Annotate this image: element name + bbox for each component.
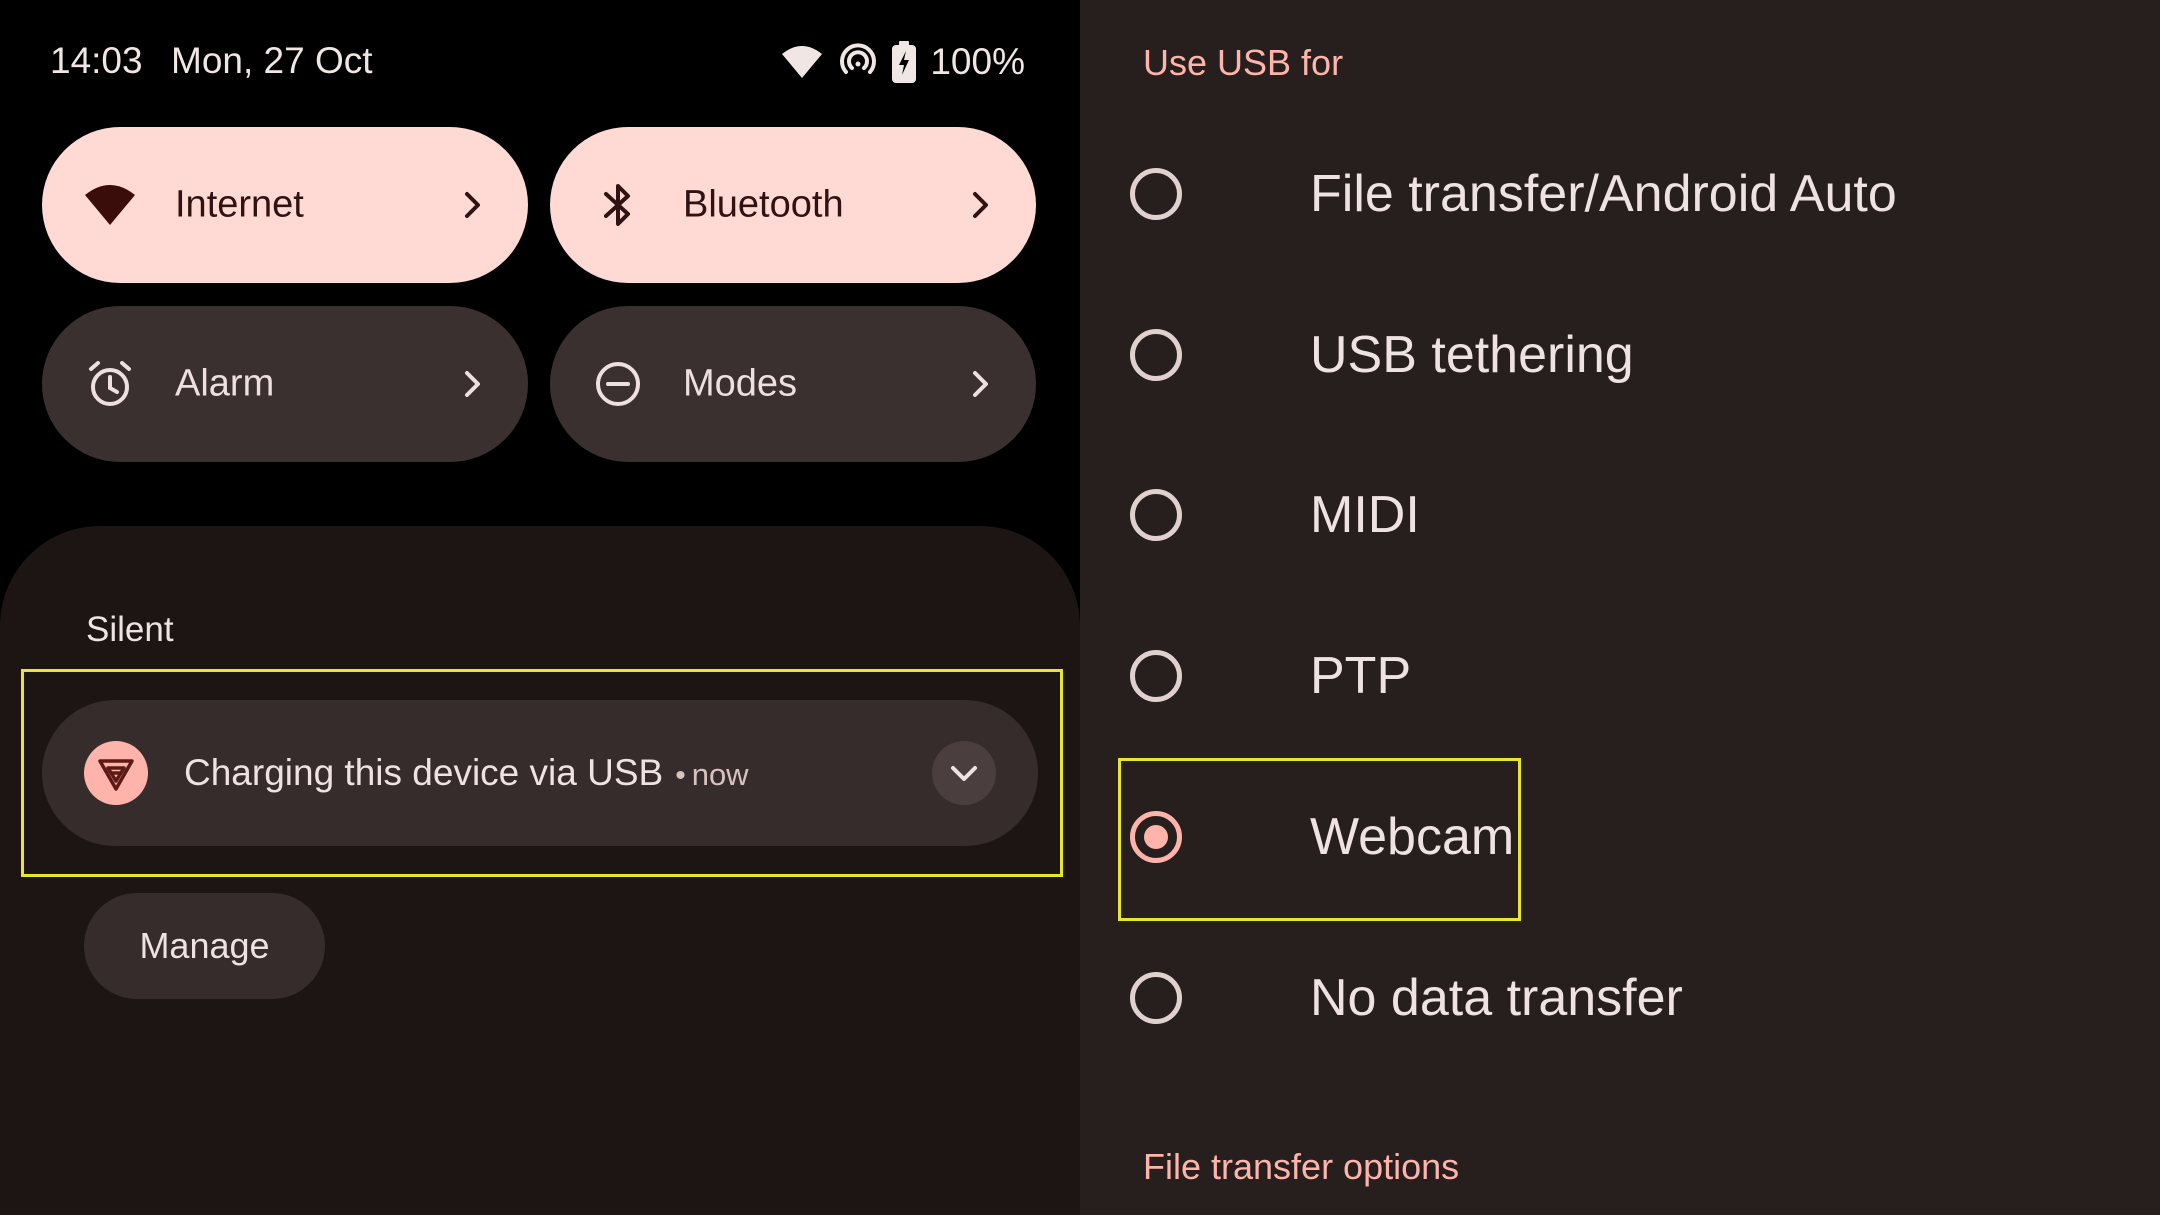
file-transfer-options-header: File transfer options bbox=[1143, 1146, 1460, 1187]
section-title-silent: Silent bbox=[86, 610, 174, 649]
tile-bluetooth[interactable]: Bluetooth bbox=[550, 127, 1036, 283]
tile-alarm[interactable]: Alarm bbox=[42, 306, 528, 462]
option-label: USB tethering bbox=[1310, 326, 1634, 384]
battery-charging-icon bbox=[892, 41, 917, 83]
radio-button[interactable] bbox=[1130, 489, 1182, 541]
notification-separator: • bbox=[675, 759, 686, 792]
usb-option-usb-tethering[interactable]: USB tethering bbox=[1120, 295, 2120, 415]
notification-usb-charging[interactable]: Charging this device via USB • now bbox=[42, 700, 1038, 846]
tile-label: Alarm bbox=[175, 362, 275, 405]
hotspot-icon bbox=[838, 42, 878, 82]
status-icons: 100% bbox=[780, 40, 1025, 84]
tile-label: Bluetooth bbox=[683, 183, 844, 226]
chevron-right-icon bbox=[962, 187, 998, 223]
radio-button[interactable] bbox=[1130, 168, 1182, 220]
battery-percent: 100% bbox=[930, 41, 1025, 82]
option-label: No data transfer bbox=[1310, 969, 1683, 1027]
option-label: MIDI bbox=[1310, 486, 1420, 544]
chevron-right-icon bbox=[454, 366, 490, 402]
tile-label: Modes bbox=[683, 362, 798, 405]
tile-label: Internet bbox=[175, 183, 304, 226]
option-label: File transfer/Android Auto bbox=[1310, 165, 1897, 223]
manage-button[interactable]: Manage bbox=[84, 893, 325, 999]
notification-shade: 14:03 Mon, 27 Oct 100% Internet Bluetoot… bbox=[0, 0, 1080, 1215]
tile-modes[interactable]: Modes bbox=[550, 306, 1036, 462]
usb-option-file-transfer[interactable]: File transfer/Android Auto bbox=[1120, 134, 2120, 254]
chevron-right-icon bbox=[454, 187, 490, 223]
chevron-down-icon bbox=[951, 766, 977, 781]
usb-option-no-data-transfer[interactable]: No data transfer bbox=[1120, 938, 2120, 1058]
usb-shield-icon bbox=[84, 741, 148, 805]
usb-option-ptp[interactable]: PTP bbox=[1120, 616, 2120, 736]
wifi-icon bbox=[82, 177, 138, 233]
status-date: Mon, 27 Oct bbox=[171, 40, 373, 81]
expand-button[interactable] bbox=[932, 741, 996, 805]
notification-title: Charging this device via USB • now bbox=[184, 752, 749, 794]
status-time: 14:03 bbox=[50, 40, 143, 81]
radio-button[interactable] bbox=[1130, 329, 1182, 381]
highlight-box bbox=[1118, 758, 1521, 921]
tile-internet[interactable]: Internet bbox=[42, 127, 528, 283]
usb-section-header: Use USB for bbox=[1143, 42, 1344, 83]
usb-preferences-panel: Use USB for File transfer/Android Auto U… bbox=[1080, 0, 2160, 1215]
chevron-right-icon bbox=[962, 366, 998, 402]
bluetooth-icon bbox=[590, 177, 646, 233]
usb-option-midi[interactable]: MIDI bbox=[1120, 455, 2120, 575]
radio-button[interactable] bbox=[1130, 650, 1182, 702]
option-label: PTP bbox=[1310, 647, 1412, 705]
wifi-icon bbox=[780, 44, 824, 80]
alarm-icon bbox=[82, 356, 138, 412]
notification-time: now bbox=[691, 757, 749, 792]
do-not-disturb-icon bbox=[590, 356, 646, 412]
radio-button[interactable] bbox=[1130, 972, 1182, 1024]
notification-title-text: Charging this device via USB bbox=[184, 752, 664, 793]
